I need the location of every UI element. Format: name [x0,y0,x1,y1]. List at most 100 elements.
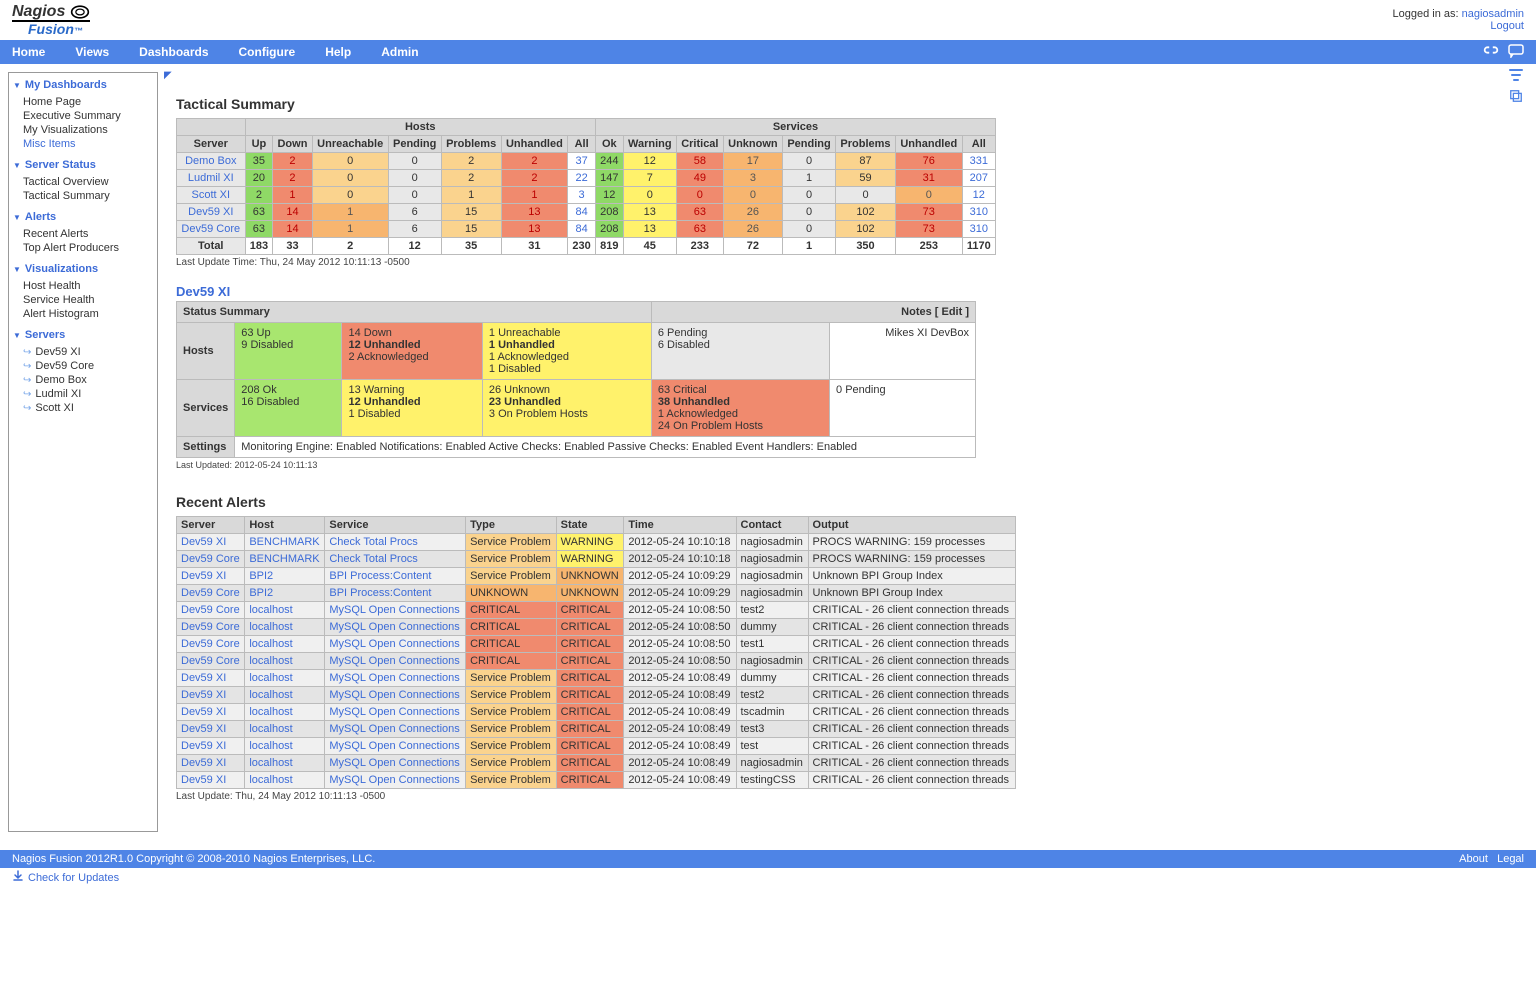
tactical-cell[interactable]: 0 [623,187,676,204]
tactical-cell[interactable]: 14 [273,221,312,238]
tactical-cell[interactable]: 147 [595,170,623,187]
tactical-cell[interactable]: 1 [312,221,388,238]
tactical-cell[interactable]: 6 [388,221,441,238]
tactical-cell[interactable]: 26 [723,204,782,221]
alert-cell-service[interactable]: BPI Process:Content [325,585,466,602]
tactical-cell[interactable]: 2 [441,170,501,187]
alert-cell-host[interactable]: localhost [245,721,325,738]
alert-cell-server[interactable]: Dev59 XI [177,534,245,551]
tactical-cell[interactable]: 12 [595,187,623,204]
tactical-cell[interactable]: 208 [595,221,623,238]
alert-cell-host[interactable]: BPI2 [245,585,325,602]
side-link[interactable]: Tactical Summary [13,189,153,203]
alert-cell-service[interactable]: MySQL Open Connections [325,755,466,772]
tactical-cell[interactable]: 15 [441,204,501,221]
tactical-cell[interactable]: 73 [895,204,962,221]
alert-cell-service[interactable]: MySQL Open Connections [325,721,466,738]
tactical-server-cell[interactable]: Demo Box [177,153,246,170]
hosts-pending-box[interactable]: 6 Pending6 Disabled [651,323,829,380]
tactical-cell[interactable]: 1 [312,204,388,221]
tactical-cell[interactable]: 0 [783,153,836,170]
alert-cell-host[interactable]: localhost [245,636,325,653]
tactical-cell[interactable]: 0 [388,187,441,204]
side-link[interactable]: Scott XI [13,401,153,415]
side-link[interactable]: Tactical Overview [13,175,153,189]
tactical-cell[interactable]: 2 [501,153,568,170]
svc-warning-box[interactable]: 13 Warning12 Unhandled1 Disabled [342,380,482,437]
tactical-cell[interactable]: 6 [388,204,441,221]
nav-configure[interactable]: Configure [239,45,296,59]
tactical-cell[interactable]: 244 [595,153,623,170]
tactical-cell[interactable]: 0 [895,187,962,204]
hosts-unreach-box[interactable]: 1 Unreachable1 Unhandled1 Acknowledged1 … [482,323,651,380]
tactical-cell[interactable]: 208 [595,204,623,221]
alert-cell-host[interactable]: localhost [245,687,325,704]
side-link[interactable]: Misc Items [13,137,153,151]
tactical-cell[interactable]: 0 [723,187,782,204]
tactical-server-cell[interactable]: Dev59 Core [177,221,246,238]
alert-cell-service[interactable]: MySQL Open Connections [325,704,466,721]
nav-views[interactable]: Views [75,45,109,59]
alert-cell-host[interactable]: BPI2 [245,568,325,585]
tactical-cell[interactable]: 63 [245,204,273,221]
tactical-cell[interactable]: 1 [273,187,312,204]
side-link[interactable]: Dev59 Core [13,359,153,373]
alert-cell-server[interactable]: Dev59 Core [177,602,245,619]
tactical-cell[interactable]: 207 [962,170,995,187]
alert-cell-service[interactable]: MySQL Open Connections [325,602,466,619]
side-section-server-status[interactable]: Server Status [13,159,153,171]
tactical-cell[interactable]: 3 [568,187,596,204]
alert-cell-server[interactable]: Dev59 XI [177,755,245,772]
chat-icon[interactable] [1508,44,1524,61]
svc-critical-box[interactable]: 63 Critical38 Unhandled1 Acknowledged24 … [651,380,829,437]
alert-cell-server[interactable]: Dev59 XI [177,670,245,687]
tactical-cell[interactable]: 15 [441,221,501,238]
alert-cell-host[interactable]: localhost [245,670,325,687]
alert-cell-service[interactable]: MySQL Open Connections [325,670,466,687]
tactical-cell[interactable]: 0 [388,153,441,170]
hosts-up-box[interactable]: 63 Up9 Disabled [235,323,342,380]
alert-cell-host[interactable]: localhost [245,619,325,636]
side-link[interactable]: Dev59 XI [13,345,153,359]
side-section-my-dashboards[interactable]: My Dashboards [13,79,153,91]
copy-icon[interactable] [1508,89,1524,106]
tactical-cell[interactable]: 84 [568,221,596,238]
tactical-cell[interactable]: 2 [441,153,501,170]
alert-cell-service[interactable]: MySQL Open Connections [325,636,466,653]
alert-cell-service[interactable]: MySQL Open Connections [325,619,466,636]
alert-cell-host[interactable]: BENCHMARK [245,551,325,568]
tactical-cell[interactable]: 310 [962,204,995,221]
side-link[interactable]: Top Alert Producers [13,241,153,255]
side-link[interactable]: Ludmil XI [13,387,153,401]
tactical-cell[interactable]: 13 [501,221,568,238]
alert-cell-service[interactable]: Check Total Procs [325,551,466,568]
alert-cell-server[interactable]: Dev59 XI [177,721,245,738]
side-section-visualizations[interactable]: Visualizations [13,263,153,275]
alert-cell-service[interactable]: MySQL Open Connections [325,738,466,755]
tactical-cell[interactable]: 0 [836,187,896,204]
tactical-cell[interactable]: 0 [783,221,836,238]
alert-cell-host[interactable]: localhost [245,653,325,670]
alert-cell-server[interactable]: Dev59 Core [177,653,245,670]
alert-cell-server[interactable]: Dev59 XI [177,772,245,789]
side-link[interactable]: Executive Summary [13,109,153,123]
alert-cell-host[interactable]: localhost [245,755,325,772]
tactical-cell[interactable]: 2 [245,187,273,204]
tactical-cell[interactable]: 35 [245,153,273,170]
footer-legal[interactable]: Legal [1497,853,1524,865]
tactical-cell[interactable]: 37 [568,153,596,170]
svc-unknown-box[interactable]: 26 Unknown23 Unhandled3 On Problem Hosts [482,380,651,437]
side-link[interactable]: Demo Box [13,373,153,387]
side-link[interactable]: Home Page [13,95,153,109]
tactical-cell[interactable]: 2 [501,170,568,187]
tactical-cell[interactable]: 2 [273,170,312,187]
side-section-servers[interactable]: Servers [13,329,153,341]
footer-about[interactable]: About [1459,853,1488,865]
side-link[interactable]: My Visualizations [13,123,153,137]
tactical-cell[interactable]: 102 [836,204,896,221]
svc-pending-box[interactable]: 0 Pending [830,380,976,437]
alert-cell-server[interactable]: Dev59 XI [177,738,245,755]
status-server-link[interactable]: Dev59 XI [176,284,230,299]
nav-dashboards[interactable]: Dashboards [139,45,208,59]
tactical-cell[interactable]: 1 [441,187,501,204]
